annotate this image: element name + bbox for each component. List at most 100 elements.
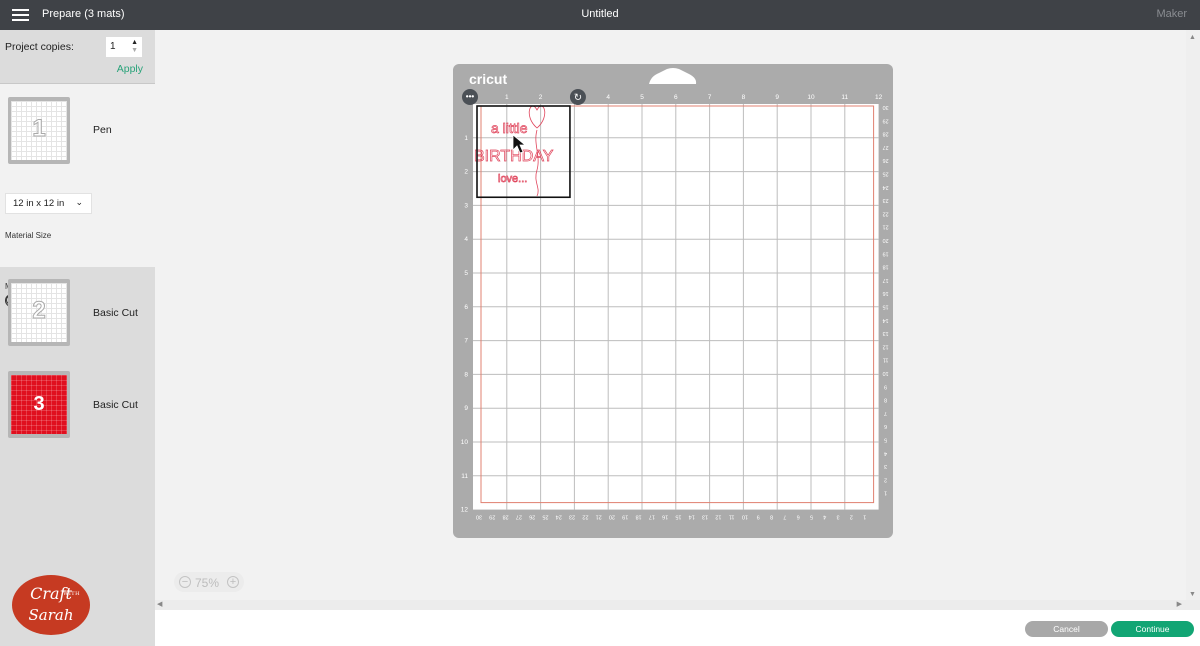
vertical-scrollbar[interactable]: ▲ ▼ xyxy=(1186,30,1200,600)
ruler-left-label: 6 xyxy=(464,304,468,311)
ruler-bottom-label: 30 xyxy=(476,514,482,520)
apply-button[interactable]: Apply xyxy=(117,63,143,75)
ruler-right-label: 30 xyxy=(883,104,889,110)
machine-selector[interactable]: Maker xyxy=(1156,8,1187,20)
ruler-right-label: 14 xyxy=(883,317,889,323)
ruler-bottom-label: 29 xyxy=(489,514,495,520)
top-bar: Prepare (3 mats) Untitled Maker xyxy=(0,0,1200,30)
ruler-right-label: 18 xyxy=(883,264,889,270)
zoom-in-icon[interactable]: + xyxy=(227,576,239,588)
ruler-bottom-label: 10 xyxy=(742,514,748,520)
mat-number-1: 1 xyxy=(32,115,46,143)
cancel-button[interactable]: Cancel xyxy=(1025,621,1108,637)
mat-label-3: Basic Cut xyxy=(93,399,138,411)
ruler-bottom-label: 23 xyxy=(569,514,575,520)
design-text-line-1: a little xyxy=(491,120,528,136)
mat-canvas[interactable]: cricut1234567891011121234567891011123029… xyxy=(155,30,1200,610)
logo-line-2: Sarah xyxy=(28,606,74,624)
ruler-left-label: 4 xyxy=(464,236,468,243)
ruler-right-label: 15 xyxy=(883,303,889,309)
ruler-left-label: 5 xyxy=(464,270,468,277)
mat-label-1: Pen xyxy=(93,124,112,136)
ruler-right-label: 19 xyxy=(883,250,889,256)
ruler-bottom-label: 15 xyxy=(675,514,681,520)
mat-thumbnail-2[interactable]: 2 xyxy=(8,279,70,346)
ruler-right-label: 12 xyxy=(883,343,889,349)
ruler-left-label: 10 xyxy=(461,439,469,446)
ruler-left-label: 11 xyxy=(461,473,468,480)
ruler-top-label: 1 xyxy=(505,94,509,101)
ruler-bottom-label: 17 xyxy=(649,514,655,520)
ruler-left-label: 12 xyxy=(461,507,469,514)
ruler-bottom-label: 13 xyxy=(702,514,708,520)
project-copies-value: 1 xyxy=(110,41,116,52)
material-size-select[interactable]: 12 in x 12 in ⌄ xyxy=(5,193,92,214)
chevron-down-icon: ⌄ xyxy=(75,197,83,207)
ruler-top-label: 6 xyxy=(674,94,678,101)
ruler-right-label: 4 xyxy=(884,450,887,456)
ruler-left-label: 9 xyxy=(464,405,468,412)
ruler-right-label: 5 xyxy=(884,436,887,442)
scroll-left-icon[interactable]: ◀ xyxy=(157,600,162,608)
ruler-right-label: 13 xyxy=(883,330,889,336)
increment-icon[interactable]: ▲ xyxy=(131,39,138,46)
ruler-bottom-label: 21 xyxy=(596,514,602,520)
mat-item-1[interactable]: 1 Pen Material Size 12 in x 12 in ⌄ Mirr… xyxy=(0,84,155,307)
ruler-top-label: 8 xyxy=(742,94,746,101)
zoom-level: 75% xyxy=(195,576,220,590)
ruler-right-label: 16 xyxy=(883,290,889,296)
ruler-top-label: 4 xyxy=(606,94,610,101)
ruler-bottom-label: 4 xyxy=(823,514,826,520)
ruler-right-label: 27 xyxy=(883,144,889,150)
decrement-icon[interactable]: ▼ xyxy=(131,47,138,54)
horizontal-scrollbar[interactable]: ◀ ▶ xyxy=(155,600,1200,610)
project-copies-label: Project copies: xyxy=(5,41,74,53)
zoom-control: − 75% + xyxy=(174,572,244,592)
ruler-top-label: 9 xyxy=(775,94,779,101)
ruler-right-label: 9 xyxy=(884,383,887,389)
mat-number-3: 3 xyxy=(33,393,45,415)
ruler-right-label: 25 xyxy=(883,170,889,176)
ruler-right-label: 3 xyxy=(884,463,887,469)
scroll-right-icon[interactable]: ▶ xyxy=(1177,600,1182,608)
ruler-right-label: 22 xyxy=(883,210,889,216)
zoom-out-icon[interactable]: − xyxy=(179,576,191,588)
ruler-top-label: 7 xyxy=(708,94,712,101)
ruler-bottom-label: 28 xyxy=(503,514,509,520)
ruler-left-label: 8 xyxy=(464,371,468,378)
ruler-bottom-label: 26 xyxy=(529,514,535,520)
ruler-right-label: 10 xyxy=(883,370,889,376)
scroll-down-icon[interactable]: ▼ xyxy=(1189,591,1196,598)
ruler-right-label: 7 xyxy=(884,410,887,416)
ruler-bottom-label: 5 xyxy=(810,514,813,520)
ruler-bottom-label: 12 xyxy=(715,514,721,520)
prepare-title: Prepare (3 mats) xyxy=(42,8,125,20)
ruler-bottom-label: 19 xyxy=(622,514,628,520)
ruler-right-label: 6 xyxy=(884,423,887,429)
ruler-right-label: 20 xyxy=(883,237,889,243)
mat-sidebar: Project copies: 1 ▲ ▼ Apply 1 Pen Materi… xyxy=(0,30,155,646)
ruler-bottom-label: 2 xyxy=(850,514,853,520)
continue-button[interactable]: Continue xyxy=(1111,621,1194,637)
mat-label-2: Basic Cut xyxy=(93,307,138,319)
mat-thumbnail-1[interactable]: 1 xyxy=(8,97,70,164)
ruler-right-label: 11 xyxy=(883,357,889,363)
ruler-left-label: 1 xyxy=(464,135,468,142)
cutting-mat[interactable]: cricut1234567891011121234567891011123029… xyxy=(453,64,893,538)
ruler-right-label: 8 xyxy=(884,397,887,403)
rotate-glyph: ↻ xyxy=(574,93,582,104)
logo-with: WITH xyxy=(63,591,80,597)
ruler-bottom-label: 27 xyxy=(516,514,522,520)
material-size-value: 12 in x 12 in xyxy=(13,198,65,209)
design-text-line-3: love... xyxy=(498,173,527,185)
cricut-logo: cricut xyxy=(469,71,507,87)
ruler-top-label: 5 xyxy=(640,94,644,101)
ruler-right-label: 21 xyxy=(883,224,889,230)
ruler-bottom-label: 8 xyxy=(770,514,773,520)
scroll-up-icon[interactable]: ▲ xyxy=(1189,34,1196,41)
ruler-right-label: 26 xyxy=(883,157,889,163)
project-copies-input[interactable]: 1 ▲ ▼ xyxy=(106,37,142,57)
mat-thumbnail-3[interactable]: 3 xyxy=(8,371,70,438)
ruler-right-label: 28 xyxy=(883,131,889,137)
hamburger-menu-icon[interactable] xyxy=(12,9,29,21)
